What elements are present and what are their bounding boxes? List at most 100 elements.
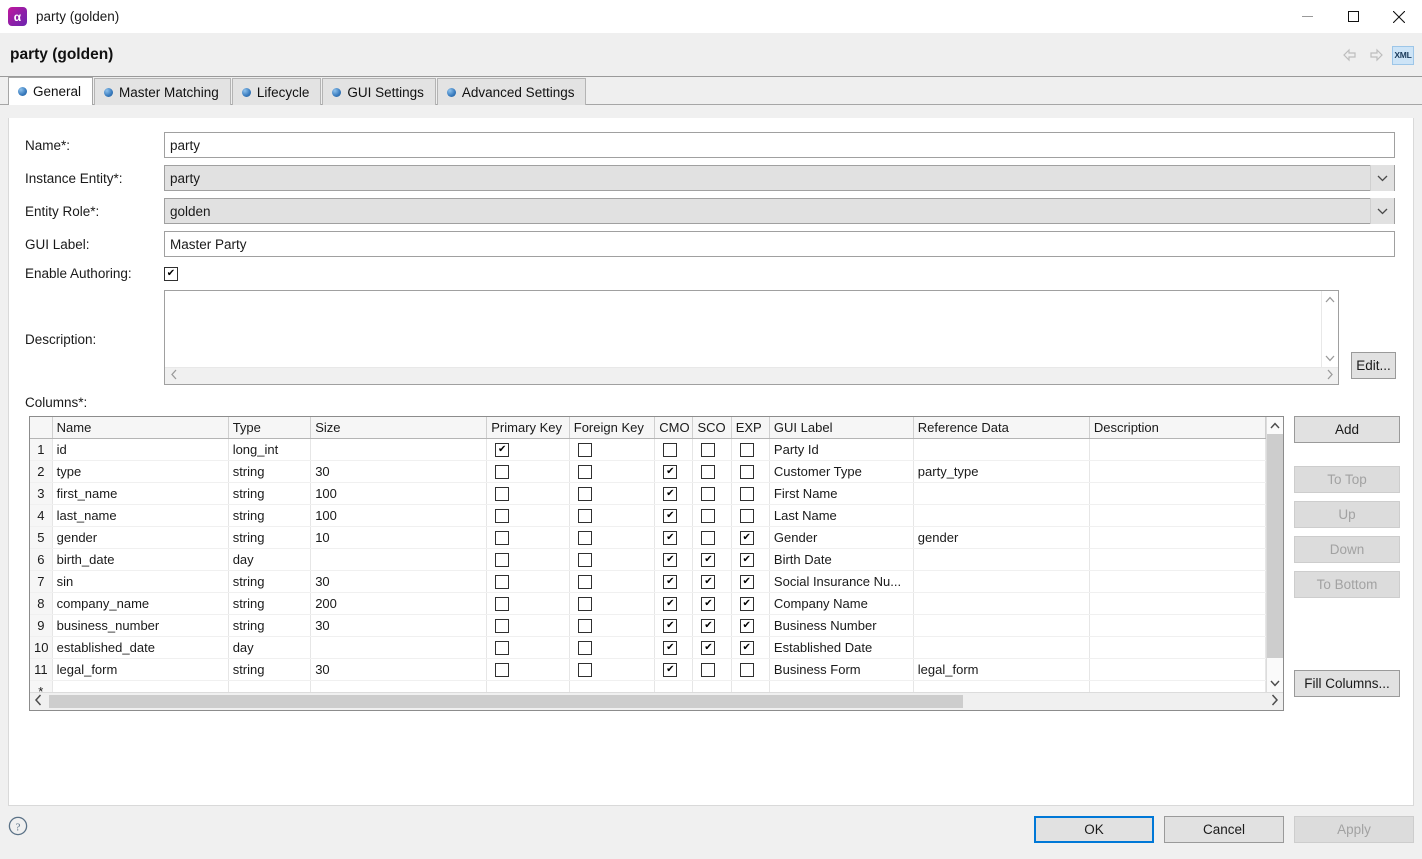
cmo-checkbox[interactable] [663, 531, 677, 545]
table-row[interactable]: 9business_numberstring30Business Number [30, 615, 1266, 637]
exp-checkbox[interactable] [740, 487, 754, 501]
cell-primary-key[interactable] [487, 439, 570, 461]
cmo-checkbox[interactable] [663, 465, 677, 479]
primary-key-checkbox[interactable] [495, 465, 509, 479]
cell-cmo[interactable] [655, 439, 693, 461]
cell-exp[interactable] [731, 483, 769, 505]
cell-sco[interactable] [693, 659, 731, 681]
arrow-left-icon[interactable] [1340, 45, 1360, 65]
cell-gui-label[interactable]: Party Id [769, 439, 913, 461]
table-hscroll-thumb[interactable] [49, 695, 963, 708]
close-icon[interactable] [1376, 0, 1422, 33]
cell-type[interactable]: string [228, 527, 311, 549]
exp-checkbox[interactable] [740, 619, 754, 633]
cell-size[interactable] [311, 549, 487, 571]
primary-key-checkbox[interactable] [495, 487, 509, 501]
description-horizontal-scrollbar[interactable] [165, 367, 1338, 384]
cell-reference-data[interactable] [913, 681, 1089, 693]
cell-sco[interactable] [693, 681, 731, 693]
description-vertical-scrollbar[interactable] [1321, 291, 1338, 367]
cell-sco[interactable] [693, 527, 731, 549]
cell-primary-key[interactable] [487, 483, 570, 505]
cell-primary-key[interactable] [487, 505, 570, 527]
table-row[interactable]: 5genderstring10Gendergender [30, 527, 1266, 549]
foreign-key-checkbox[interactable] [578, 663, 592, 677]
cell-primary-key[interactable] [487, 659, 570, 681]
cell-description[interactable] [1089, 505, 1265, 527]
cell-sco[interactable] [693, 615, 731, 637]
table-scroll-thumb[interactable] [1267, 434, 1283, 658]
cell-gui-label[interactable]: Social Insurance Nu... [769, 571, 913, 593]
description-textarea[interactable] [164, 290, 1339, 385]
column-header-cmo[interactable]: CMO [655, 417, 693, 439]
foreign-key-checkbox[interactable] [578, 619, 592, 633]
exp-checkbox[interactable] [740, 663, 754, 677]
cell-foreign-key[interactable] [569, 593, 655, 615]
column-header-sco[interactable]: SCO [693, 417, 731, 439]
foreign-key-checkbox[interactable] [578, 443, 592, 457]
description-text[interactable] [165, 291, 1321, 367]
cell-sco[interactable] [693, 439, 731, 461]
cell-exp[interactable] [731, 681, 769, 693]
column-header-size[interactable]: Size [311, 417, 487, 439]
cell-sco[interactable] [693, 571, 731, 593]
foreign-key-checkbox[interactable] [578, 553, 592, 567]
cell-type[interactable]: string [228, 461, 311, 483]
cmo-checkbox[interactable] [663, 597, 677, 611]
cell-size[interactable]: 30 [311, 615, 487, 637]
cell-gui-label[interactable]: Birth Date [769, 549, 913, 571]
sco-checkbox[interactable] [701, 531, 715, 545]
table-row[interactable]: 3first_namestring100First Name [30, 483, 1266, 505]
cell-description[interactable] [1089, 549, 1265, 571]
cmo-checkbox[interactable] [663, 553, 677, 567]
cell-foreign-key[interactable] [569, 637, 655, 659]
cell-type[interactable]: string [228, 659, 311, 681]
cell-type[interactable]: string [228, 571, 311, 593]
cell-type[interactable]: day [228, 637, 311, 659]
cell-reference-data[interactable] [913, 505, 1089, 527]
cancel-button[interactable]: Cancel [1164, 816, 1284, 843]
exp-checkbox[interactable] [740, 443, 754, 457]
primary-key-checkbox[interactable] [495, 575, 509, 589]
cell-description[interactable] [1089, 571, 1265, 593]
cell-gui-label[interactable]: Last Name [769, 505, 913, 527]
cell-cmo[interactable] [655, 505, 693, 527]
scroll-left-icon[interactable] [30, 694, 47, 709]
cell-cmo[interactable] [655, 637, 693, 659]
cell-sco[interactable] [693, 549, 731, 571]
cell-foreign-key[interactable] [569, 527, 655, 549]
cell-type[interactable]: string [228, 505, 311, 527]
cell-type[interactable]: day [228, 549, 311, 571]
gui-label-input[interactable] [164, 231, 1395, 257]
table-row[interactable]: 4last_namestring100Last Name [30, 505, 1266, 527]
cell-name[interactable]: sin [52, 571, 228, 593]
cell-exp[interactable] [731, 461, 769, 483]
cmo-checkbox[interactable] [663, 509, 677, 523]
foreign-key-checkbox[interactable] [578, 531, 592, 545]
cmo-checkbox[interactable] [663, 663, 677, 677]
cell-cmo[interactable] [655, 659, 693, 681]
cell-exp[interactable] [731, 593, 769, 615]
cell-name[interactable]: established_date [52, 637, 228, 659]
name-input[interactable] [164, 132, 1395, 158]
cell-foreign-key[interactable] [569, 615, 655, 637]
cell-description[interactable] [1089, 483, 1265, 505]
cell-cmo[interactable] [655, 681, 693, 693]
cell-type[interactable]: string [228, 615, 311, 637]
scroll-up-icon[interactable] [1322, 291, 1338, 308]
cell-cmo[interactable] [655, 461, 693, 483]
table-row[interactable]: 11legal_formstring30Business Formlegal_f… [30, 659, 1266, 681]
cell-exp[interactable] [731, 527, 769, 549]
cmo-checkbox[interactable] [663, 575, 677, 589]
cell-sco[interactable] [693, 505, 731, 527]
cmo-checkbox[interactable] [663, 487, 677, 501]
scroll-down-icon[interactable] [1322, 350, 1338, 367]
cell-size[interactable] [311, 637, 487, 659]
table-row[interactable]: 7sinstring30Social Insurance Nu... [30, 571, 1266, 593]
cell-description[interactable] [1089, 593, 1265, 615]
instance-entity-combo[interactable]: party [164, 165, 1395, 191]
xml-button[interactable]: XML [1392, 46, 1414, 65]
cell-size[interactable]: 200 [311, 593, 487, 615]
sco-checkbox[interactable] [701, 663, 715, 677]
chevron-down-icon[interactable] [1370, 198, 1394, 224]
